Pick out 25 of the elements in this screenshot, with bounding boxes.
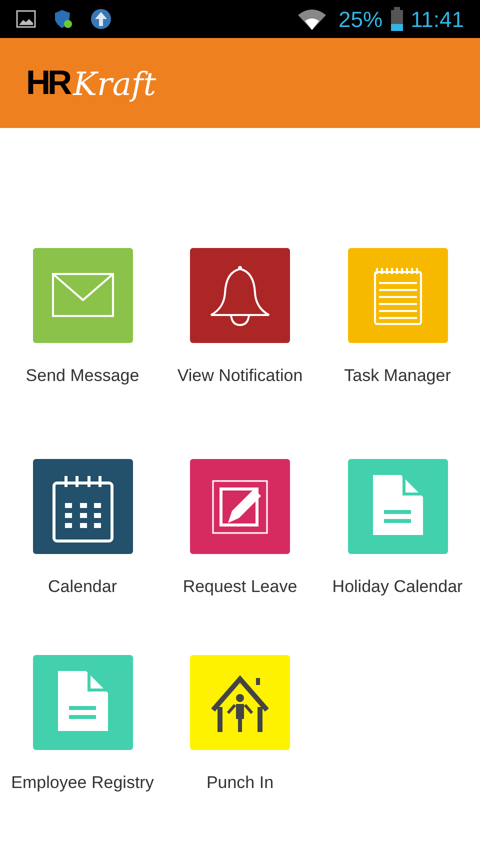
logo-text: HR	[26, 66, 70, 100]
menu-label[interactable]: Request Leave	[182, 574, 298, 600]
menu-label[interactable]: Task Manager	[344, 363, 451, 388]
menu-label[interactable]: Send Message	[26, 363, 140, 388]
menu-label[interactable]: Punch In	[206, 770, 274, 796]
menu-label[interactable]: Holiday Calendar	[332, 574, 463, 600]
menu-tile[interactable]	[348, 248, 448, 343]
clock: 11:41	[410, 6, 464, 34]
menu-label[interactable]: View Notification	[177, 363, 303, 388]
menu-label[interactable]: Calendar	[48, 574, 117, 600]
menu-tile[interactable]	[32, 248, 132, 343]
wifi-icon	[296, 8, 327, 30]
image-icon	[16, 10, 36, 28]
menu-tile[interactable]	[32, 655, 132, 750]
battery-percentage: 25%	[338, 6, 383, 34]
menu-tile[interactable]	[190, 248, 290, 343]
menu-tile[interactable]	[32, 459, 132, 554]
menu-label[interactable]: Employee Registry	[11, 770, 154, 796]
battery-icon	[390, 7, 403, 31]
menu-tile[interactable]	[190, 655, 290, 750]
shield-icon	[52, 8, 74, 30]
menu-tile[interactable]	[348, 459, 448, 554]
menu-tile[interactable]	[190, 459, 290, 554]
upload-icon	[90, 8, 112, 30]
logo-script: Kraft	[73, 68, 156, 100]
